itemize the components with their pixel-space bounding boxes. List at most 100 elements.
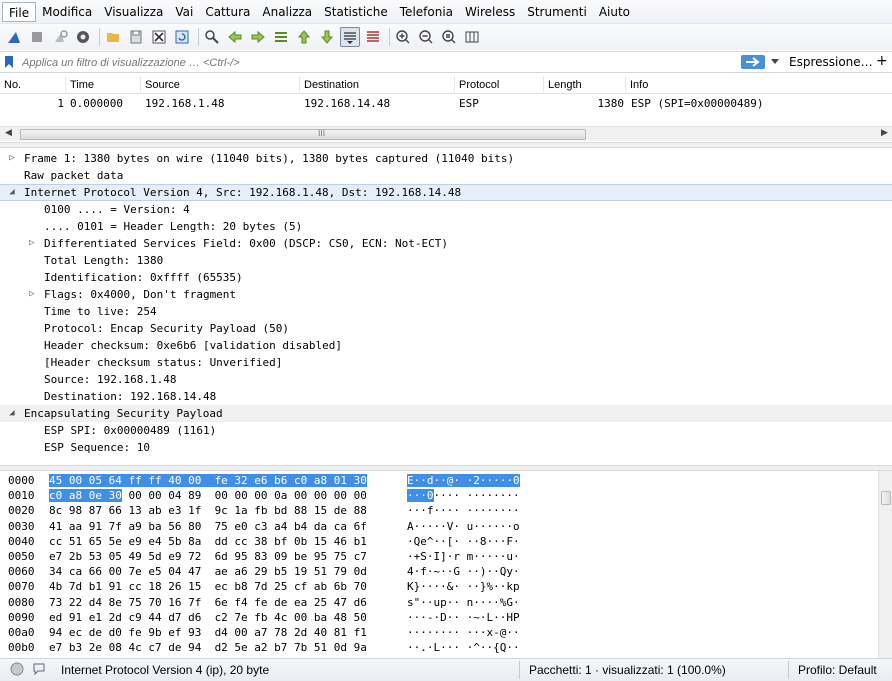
hex-ascii: ···f···· ········: [407, 503, 520, 518]
menu-aiuto[interactable]: Aiuto: [593, 2, 636, 22]
expression-button[interactable]: Espressione…: [789, 55, 873, 69]
hex-row[interactable]: 0090 ed 91 e1 2d c9 44 d7 d6 c2 7e fb 4c …: [0, 610, 878, 625]
tree-item[interactable]: ◢ Internet Protocol Version 4, Src: 192.1…: [0, 184, 892, 201]
hex-ascii: A·····V· u······o: [407, 519, 520, 534]
scroll-left-icon[interactable]: ◀: [5, 128, 12, 138]
menu-statistiche[interactable]: Statistiche: [318, 2, 394, 22]
hex-row[interactable]: 0030 41 aa 91 7f a9 ba 56 80 75 e0 c3 a4 …: [0, 519, 878, 534]
column-header-destination[interactable]: Destination: [300, 76, 455, 94]
stop-capture-icon[interactable]: [27, 27, 47, 47]
status-profile[interactable]: Profilo: Default: [798, 663, 877, 677]
tree-item[interactable]: ▷ Differentiated Services Field: 0x00 (DS…: [0, 235, 892, 252]
scroll-thumb[interactable]: III: [20, 129, 586, 140]
zoom-in-icon[interactable]: [393, 27, 413, 47]
go-last-icon[interactable]: [317, 27, 337, 47]
tree-item[interactable]: Source: 192.168.1.48: [0, 371, 892, 388]
ascii-selected: ···0: [407, 489, 434, 503]
tree-item[interactable]: .... 0101 = Header Length: 20 bytes (5): [0, 218, 892, 235]
tree-item[interactable]: Identification: 0xffff (65535): [0, 269, 892, 286]
display-filter-bar: Espressione… +: [0, 51, 892, 73]
hex-row[interactable]: 0050 e7 2b 53 05 49 5d e9 72 6d 95 83 09 …: [0, 549, 878, 564]
collapsed-arrow-icon[interactable]: ▷: [27, 286, 37, 303]
tree-item[interactable]: [Header checksum status: Unverified]: [0, 354, 892, 371]
scroll-thumb[interactable]: [881, 491, 891, 505]
hex-offset: 0090: [8, 610, 35, 624]
packet-info: ESP (SPI=0x00000489): [631, 97, 764, 110]
hex-row[interactable]: 0000 45 00 05 64 ff ff 40 00 fe 32 e6 b6 …: [0, 473, 878, 488]
resize-columns-icon[interactable]: [462, 27, 482, 47]
go-back-icon[interactable]: [225, 27, 245, 47]
tree-item[interactable]: Destination: 192.168.14.48: [0, 388, 892, 405]
scroll-right-icon[interactable]: ▶: [881, 128, 888, 138]
column-header-length[interactable]: Length: [544, 76, 626, 94]
hex-row[interactable]: 00b0 e7 b3 2e 08 4c c7 de 94 d2 5e a2 b7 …: [0, 640, 878, 655]
display-filter-input[interactable]: [18, 54, 738, 71]
filter-history-dropdown[interactable]: [768, 55, 782, 69]
go-forward-icon[interactable]: [248, 27, 268, 47]
hex-row[interactable]: 0070 4b 7d b1 91 cc 18 26 15 ec b8 7d 25 …: [0, 579, 878, 594]
tree-item[interactable]: ESP Sequence: 10: [0, 439, 892, 456]
tree-item-label: .... 0101 = Header Length: 20 bytes (5): [44, 220, 303, 233]
tree-item[interactable]: Time to live: 254: [0, 303, 892, 320]
menu-cattura[interactable]: Cattura: [199, 2, 256, 22]
hex-row[interactable]: 0080 73 22 d4 8e 75 70 16 7f 6e f4 fe de …: [0, 595, 878, 610]
tree-item[interactable]: Raw packet data: [0, 167, 892, 184]
reload-file-icon[interactable]: [172, 27, 192, 47]
packet-row[interactable]: 1 0.000000 192.168.1.48 192.168.14.48 ES…: [0, 95, 892, 112]
tree-item[interactable]: ▷ Frame 1: 1380 bytes on wire (11040 bits…: [0, 150, 892, 167]
column-header-protocol[interactable]: Protocol: [455, 76, 544, 94]
colorize-icon[interactable]: [363, 27, 383, 47]
expert-info-icon[interactable]: [10, 662, 24, 679]
go-first-icon[interactable]: [294, 27, 314, 47]
hex-row[interactable]: 0040 cc 51 65 5e e9 e4 5b 8a dd cc 38 bf …: [0, 534, 878, 549]
menu-wireless[interactable]: Wireless: [459, 2, 521, 22]
hex-row[interactable]: 0010 c0 a8 0e 30 00 00 04 89 00 00 00 0a …: [0, 488, 878, 503]
capture-comment-icon[interactable]: [32, 662, 46, 679]
find-packet-icon[interactable]: [202, 27, 222, 47]
pane-splitter[interactable]: [0, 142, 892, 148]
autoscroll-icon[interactable]: [340, 27, 360, 47]
expanded-arrow-icon[interactable]: ◢: [7, 185, 17, 200]
tree-item[interactable]: ESP SPI: 0x00000489 (1161): [0, 422, 892, 439]
menu-vai[interactable]: Vai: [169, 2, 199, 22]
menu-modifica[interactable]: Modifica: [36, 2, 98, 22]
hex-bytes: 4b 7d b1 91 cc 18 26 15 ec b8 7d 25 cf a…: [49, 579, 367, 594]
collapsed-arrow-icon[interactable]: ▷: [7, 150, 17, 167]
menu-strumenti[interactable]: Strumenti: [521, 2, 593, 22]
tree-item[interactable]: ▷ Flags: 0x4000, Don't fragment: [0, 286, 892, 303]
menu-telefonia[interactable]: Telefonia: [394, 2, 459, 22]
tree-item[interactable]: ◢ Encapsulating Security Payload: [0, 405, 892, 422]
hex-row[interactable]: 0060 34 ca 66 00 7e e5 04 47 ae a6 29 b5 …: [0, 564, 878, 579]
zoom-out-icon[interactable]: [416, 27, 436, 47]
shark-fin-start-icon[interactable]: [4, 27, 24, 47]
open-file-icon[interactable]: [103, 27, 123, 47]
hex-row[interactable]: 00a0 94 ec de d0 fe 9b ef 93 d4 00 a7 78 …: [0, 625, 878, 640]
menu-analizza[interactable]: Analizza: [256, 2, 318, 22]
close-file-icon[interactable]: [149, 27, 169, 47]
apply-filter-button[interactable]: [741, 55, 765, 69]
add-filter-button[interactable]: +: [876, 53, 888, 69]
zoom-normal-icon[interactable]: [439, 27, 459, 47]
menu-visualizza[interactable]: Visualizza: [98, 2, 169, 22]
tree-item[interactable]: 0100 .... = Version: 4: [0, 201, 892, 218]
collapsed-arrow-icon[interactable]: ▷: [27, 235, 37, 252]
hex-offset: 0030: [8, 519, 35, 533]
save-file-icon[interactable]: [126, 27, 146, 47]
tree-item-label: Total Length: 1380: [44, 254, 164, 267]
restart-capture-icon[interactable]: [50, 27, 70, 47]
tree-item[interactable]: Total Length: 1380: [0, 252, 892, 269]
column-header-info[interactable]: Info: [626, 76, 892, 94]
tree-item[interactable]: Header checksum: 0xe6b6 [validation disa…: [0, 337, 892, 354]
tree-item[interactable]: Protocol: Encap Security Payload (50): [0, 320, 892, 337]
bookmark-icon[interactable]: [4, 55, 14, 69]
menu-file[interactable]: File: [2, 1, 37, 22]
bytes-vscrollbar[interactable]: [878, 471, 892, 658]
column-header-time[interactable]: Time: [66, 76, 141, 94]
expanded-arrow-icon[interactable]: ◢: [7, 405, 17, 422]
packet-list-hscrollbar[interactable]: ◀ III ▶: [0, 126, 892, 141]
go-to-packet-icon[interactable]: [271, 27, 291, 47]
column-header-source[interactable]: Source: [141, 76, 300, 94]
column-header-no[interactable]: No.: [0, 76, 66, 94]
hex-row[interactable]: 0020 8c 98 87 66 13 ab e3 1f 9c 1a fb bd …: [0, 503, 878, 518]
capture-options-icon[interactable]: [73, 27, 93, 47]
